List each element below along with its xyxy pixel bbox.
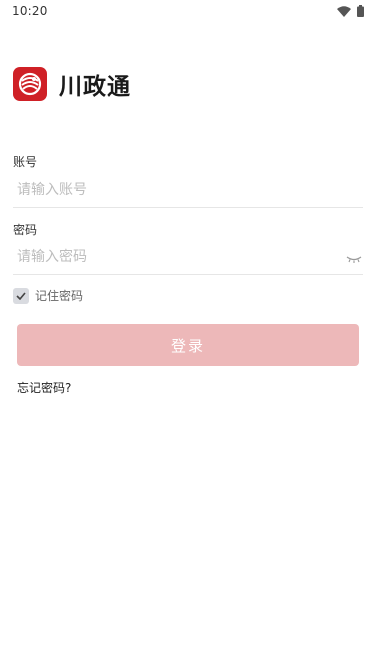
battery-icon [357, 5, 364, 17]
account-label: 账号 [13, 155, 38, 169]
remember-password-checkbox[interactable] [13, 287, 29, 304]
login-button[interactable]: 登录 [17, 324, 359, 366]
password-label: 密码 [13, 223, 38, 237]
remember-password-row[interactable]: 记住密码 [13, 287, 83, 304]
login-screen: 10:20 川政通 账号 请输入账号 密码 记住密码 登录 忘记密码? [0, 0, 376, 669]
account-input[interactable] [13, 172, 363, 208]
check-icon [16, 291, 26, 300]
status-time: 10:20 [12, 4, 48, 18]
app-name: 川政通 [59, 74, 131, 100]
forgot-password-link[interactable]: 忘记密码? [17, 379, 71, 396]
wifi-icon [337, 5, 351, 17]
eye-closed-icon[interactable] [346, 250, 362, 263]
brand-header: 川政通 [13, 67, 131, 101]
status-bar: 10:20 [0, 0, 376, 22]
remember-password-label: 记住密码 [35, 289, 84, 303]
account-divider [13, 207, 363, 208]
status-icons [337, 5, 364, 17]
password-divider [13, 274, 363, 275]
app-logo-icon [13, 67, 47, 101]
password-input[interactable] [13, 239, 333, 275]
